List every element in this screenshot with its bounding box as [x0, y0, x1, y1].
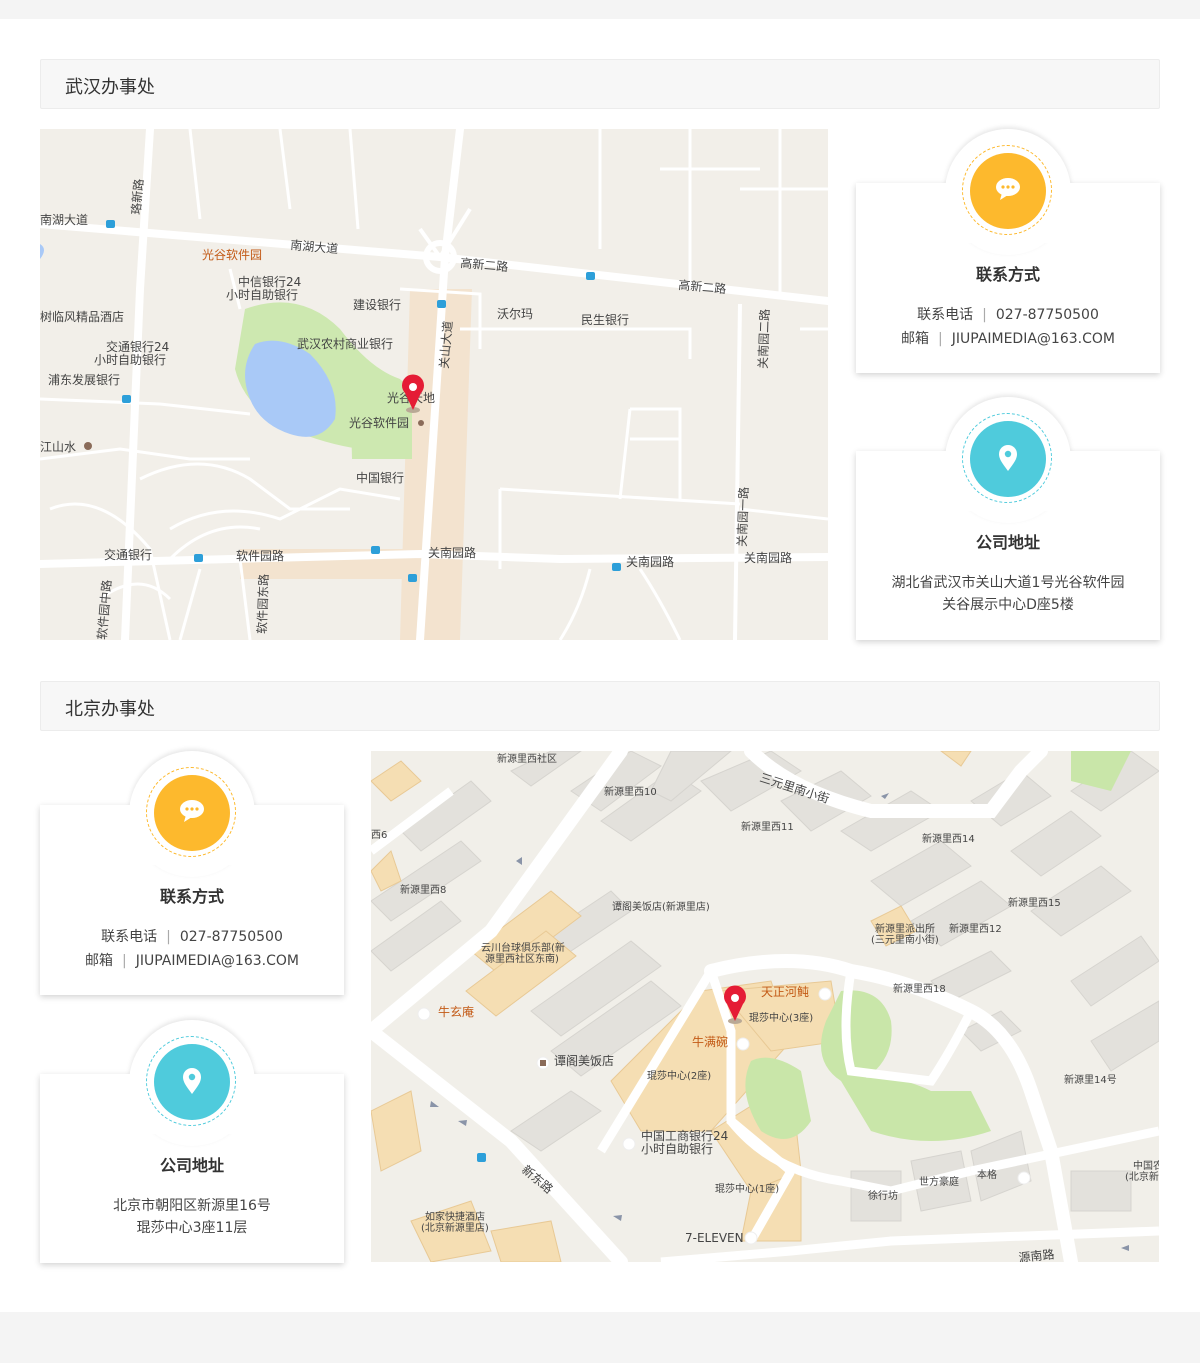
address-line-1: 湖北省武汉市关山大道1号光谷软件园: [891, 575, 1125, 591]
phone-label: 联系电话: [917, 307, 974, 323]
beijing-address-card: 公司地址 北京市朝阳区新源里16号 琨莎中心3座11层: [40, 1020, 344, 1263]
map-label: 江山水: [40, 440, 76, 454]
map-label: 7-ELEVEN: [685, 1231, 744, 1245]
beijing-contact-card: 联系方式 联系电话 | 027-87750500 邮箱 | JIUPAIMEDIA@16…: [40, 751, 344, 995]
map-label: 新源里西18: [893, 982, 946, 995]
map-label: 西6: [371, 830, 387, 841]
map-label: 新源里西12: [949, 922, 1002, 935]
card-heading: 联系方式: [159, 887, 224, 906]
map-label: 交通银行24: [106, 339, 169, 354]
wuhan-map-canvas: 南湖大道 南湖大道 珞新路 高新二路 高新二路 光谷软件园 中信银行24 小时自…: [40, 129, 828, 640]
map-label: 光谷软件园: [349, 416, 409, 430]
map-label: 沃尔玛: [497, 306, 533, 321]
phone-line: 联系电话 | 027-87750500: [917, 307, 1099, 323]
map-label: (北京新源: [1125, 1170, 1159, 1183]
map-label: 珞新路: [128, 178, 146, 215]
map-label: 中国银行: [356, 470, 404, 485]
map-label: 天正河鲀: [761, 984, 809, 999]
phone-value[interactable]: 027-87750500: [180, 929, 283, 945]
email-label: 邮箱: [85, 953, 114, 969]
map-label: 新源里西8: [400, 883, 446, 896]
map-label: 琨莎中心(3座): [749, 1011, 813, 1024]
map-label: (三元里南小街): [871, 933, 939, 946]
wuhan-contact-card: 联系方式 联系电话 | 027-87750500 邮箱 | JIUPAIMEDIA@16…: [856, 129, 1160, 373]
map-label: 软件园路: [236, 548, 284, 563]
address-line-2: 琨莎中心3座11层: [136, 1220, 248, 1236]
map-label: 琨莎中心(1座): [715, 1182, 779, 1195]
map-label: 建设银行: [353, 298, 401, 312]
map-label: 民生银行: [581, 313, 629, 327]
map-label: 琨莎中心(2座): [647, 1069, 711, 1082]
email-value[interactable]: JIUPAIMEDIA@163.COM: [952, 331, 1115, 347]
map-label: 如家快捷酒店: [425, 1210, 485, 1223]
map-label: 光谷软件园: [202, 248, 262, 262]
wuhan-section-header: 武汉办事处: [40, 59, 1160, 109]
map-label: 谭阁美饭店(新源里店): [612, 900, 710, 913]
beijing-map[interactable]: 新源里西社区 三元里南小街 新源里西10 新源里西11 新源里西14 西6 新源…: [371, 751, 1159, 1262]
map-label: 小时自助银行: [641, 1142, 713, 1156]
map-label: 关南园路: [744, 550, 792, 565]
map-label: 中国农: [1133, 1159, 1159, 1172]
email-line: 邮箱 | JIUPAIMEDIA@163.COM: [901, 331, 1115, 347]
card-heading: 公司地址: [159, 1156, 224, 1175]
map-label: 新源里西11: [741, 820, 794, 833]
map-label: 新源里14号: [1064, 1073, 1117, 1086]
chat-bubble-icon: [970, 153, 1046, 229]
map-label: 小时自助银行: [226, 288, 298, 302]
location-pin-icon: [154, 1044, 230, 1120]
map-label: 武汉农村商业银行: [297, 336, 393, 351]
map-label: 云川台球俱乐部(新: [481, 941, 565, 954]
map-label: (北京新源里店): [421, 1221, 489, 1234]
map-label: 本格: [977, 1168, 997, 1181]
email-value[interactable]: JIUPAIMEDIA@163.COM: [136, 953, 299, 969]
beijing-section-header: 北京办事处: [40, 681, 1160, 731]
content-panel: 武汉办事处 南湖大道 南湖大道 珞新路 高新二路 高新二路 光谷软件园 中信银行…: [0, 19, 1200, 1312]
map-label: 新源里西社区: [497, 752, 557, 765]
wuhan-map[interactable]: 南湖大道 南湖大道 珞新路 高新二路 高新二路 光谷软件园 中信银行24 小时自…: [40, 129, 828, 640]
map-label: 交通银行: [104, 547, 152, 562]
card-heading: 联系方式: [975, 265, 1040, 284]
wuhan-title: 武汉办事处: [65, 77, 155, 98]
map-label: 浦东发展银行: [48, 372, 120, 387]
map-label: 树临风精品酒店: [40, 309, 124, 324]
phone-value[interactable]: 027-87750500: [996, 307, 1099, 323]
map-label: 世方豪庭: [919, 1175, 959, 1188]
phone-label: 联系电话: [101, 929, 158, 945]
phone-line: 联系电话 | 027-87750500: [101, 929, 283, 945]
address-line-1: 北京市朝阳区新源里16号: [113, 1198, 271, 1214]
map-label: 小时自助银行: [94, 353, 166, 367]
map-label: 南湖大道: [40, 212, 88, 227]
card-heading: 公司地址: [975, 533, 1040, 552]
map-label: 牛玄庵: [438, 1004, 474, 1019]
map-label: 新源里派出所: [875, 922, 935, 935]
map-label: 徐行坊: [868, 1189, 898, 1202]
map-label: 关南园一路: [734, 487, 751, 548]
map-label: 关南园二路: [755, 309, 772, 370]
map-label: 关南园路: [626, 554, 674, 569]
map-label: 中国工商银行24: [641, 1128, 728, 1143]
location-pin-icon: [970, 421, 1046, 497]
beijing-map-canvas: 新源里西社区 三元里南小街 新源里西10 新源里西11 新源里西14 西6 新源…: [371, 751, 1159, 1262]
map-label: 新源里西15: [1008, 896, 1061, 909]
map-label: 新源里西14: [922, 832, 975, 845]
map-label: 软件园东路: [254, 574, 271, 635]
chat-bubble-icon: [154, 775, 230, 851]
address-line-2: 关谷展示中心D座5楼: [942, 597, 1074, 613]
map-label: 新源里西10: [604, 785, 657, 798]
wuhan-address-card: 公司地址 湖北省武汉市关山大道1号光谷软件园 关谷展示中心D座5楼: [856, 397, 1160, 640]
map-label: 谭阁美饭店: [554, 1054, 614, 1068]
email-label: 邮箱: [901, 331, 930, 347]
map-label: 牛满碗: [692, 1034, 728, 1049]
beijing-title: 北京办事处: [65, 699, 155, 720]
map-label: 中信银行24: [238, 274, 301, 289]
map-label: 关南园路: [428, 545, 476, 560]
map-label: 源里西社区东南): [485, 952, 559, 965]
email-line: 邮箱 | JIUPAIMEDIA@163.COM: [85, 953, 299, 969]
